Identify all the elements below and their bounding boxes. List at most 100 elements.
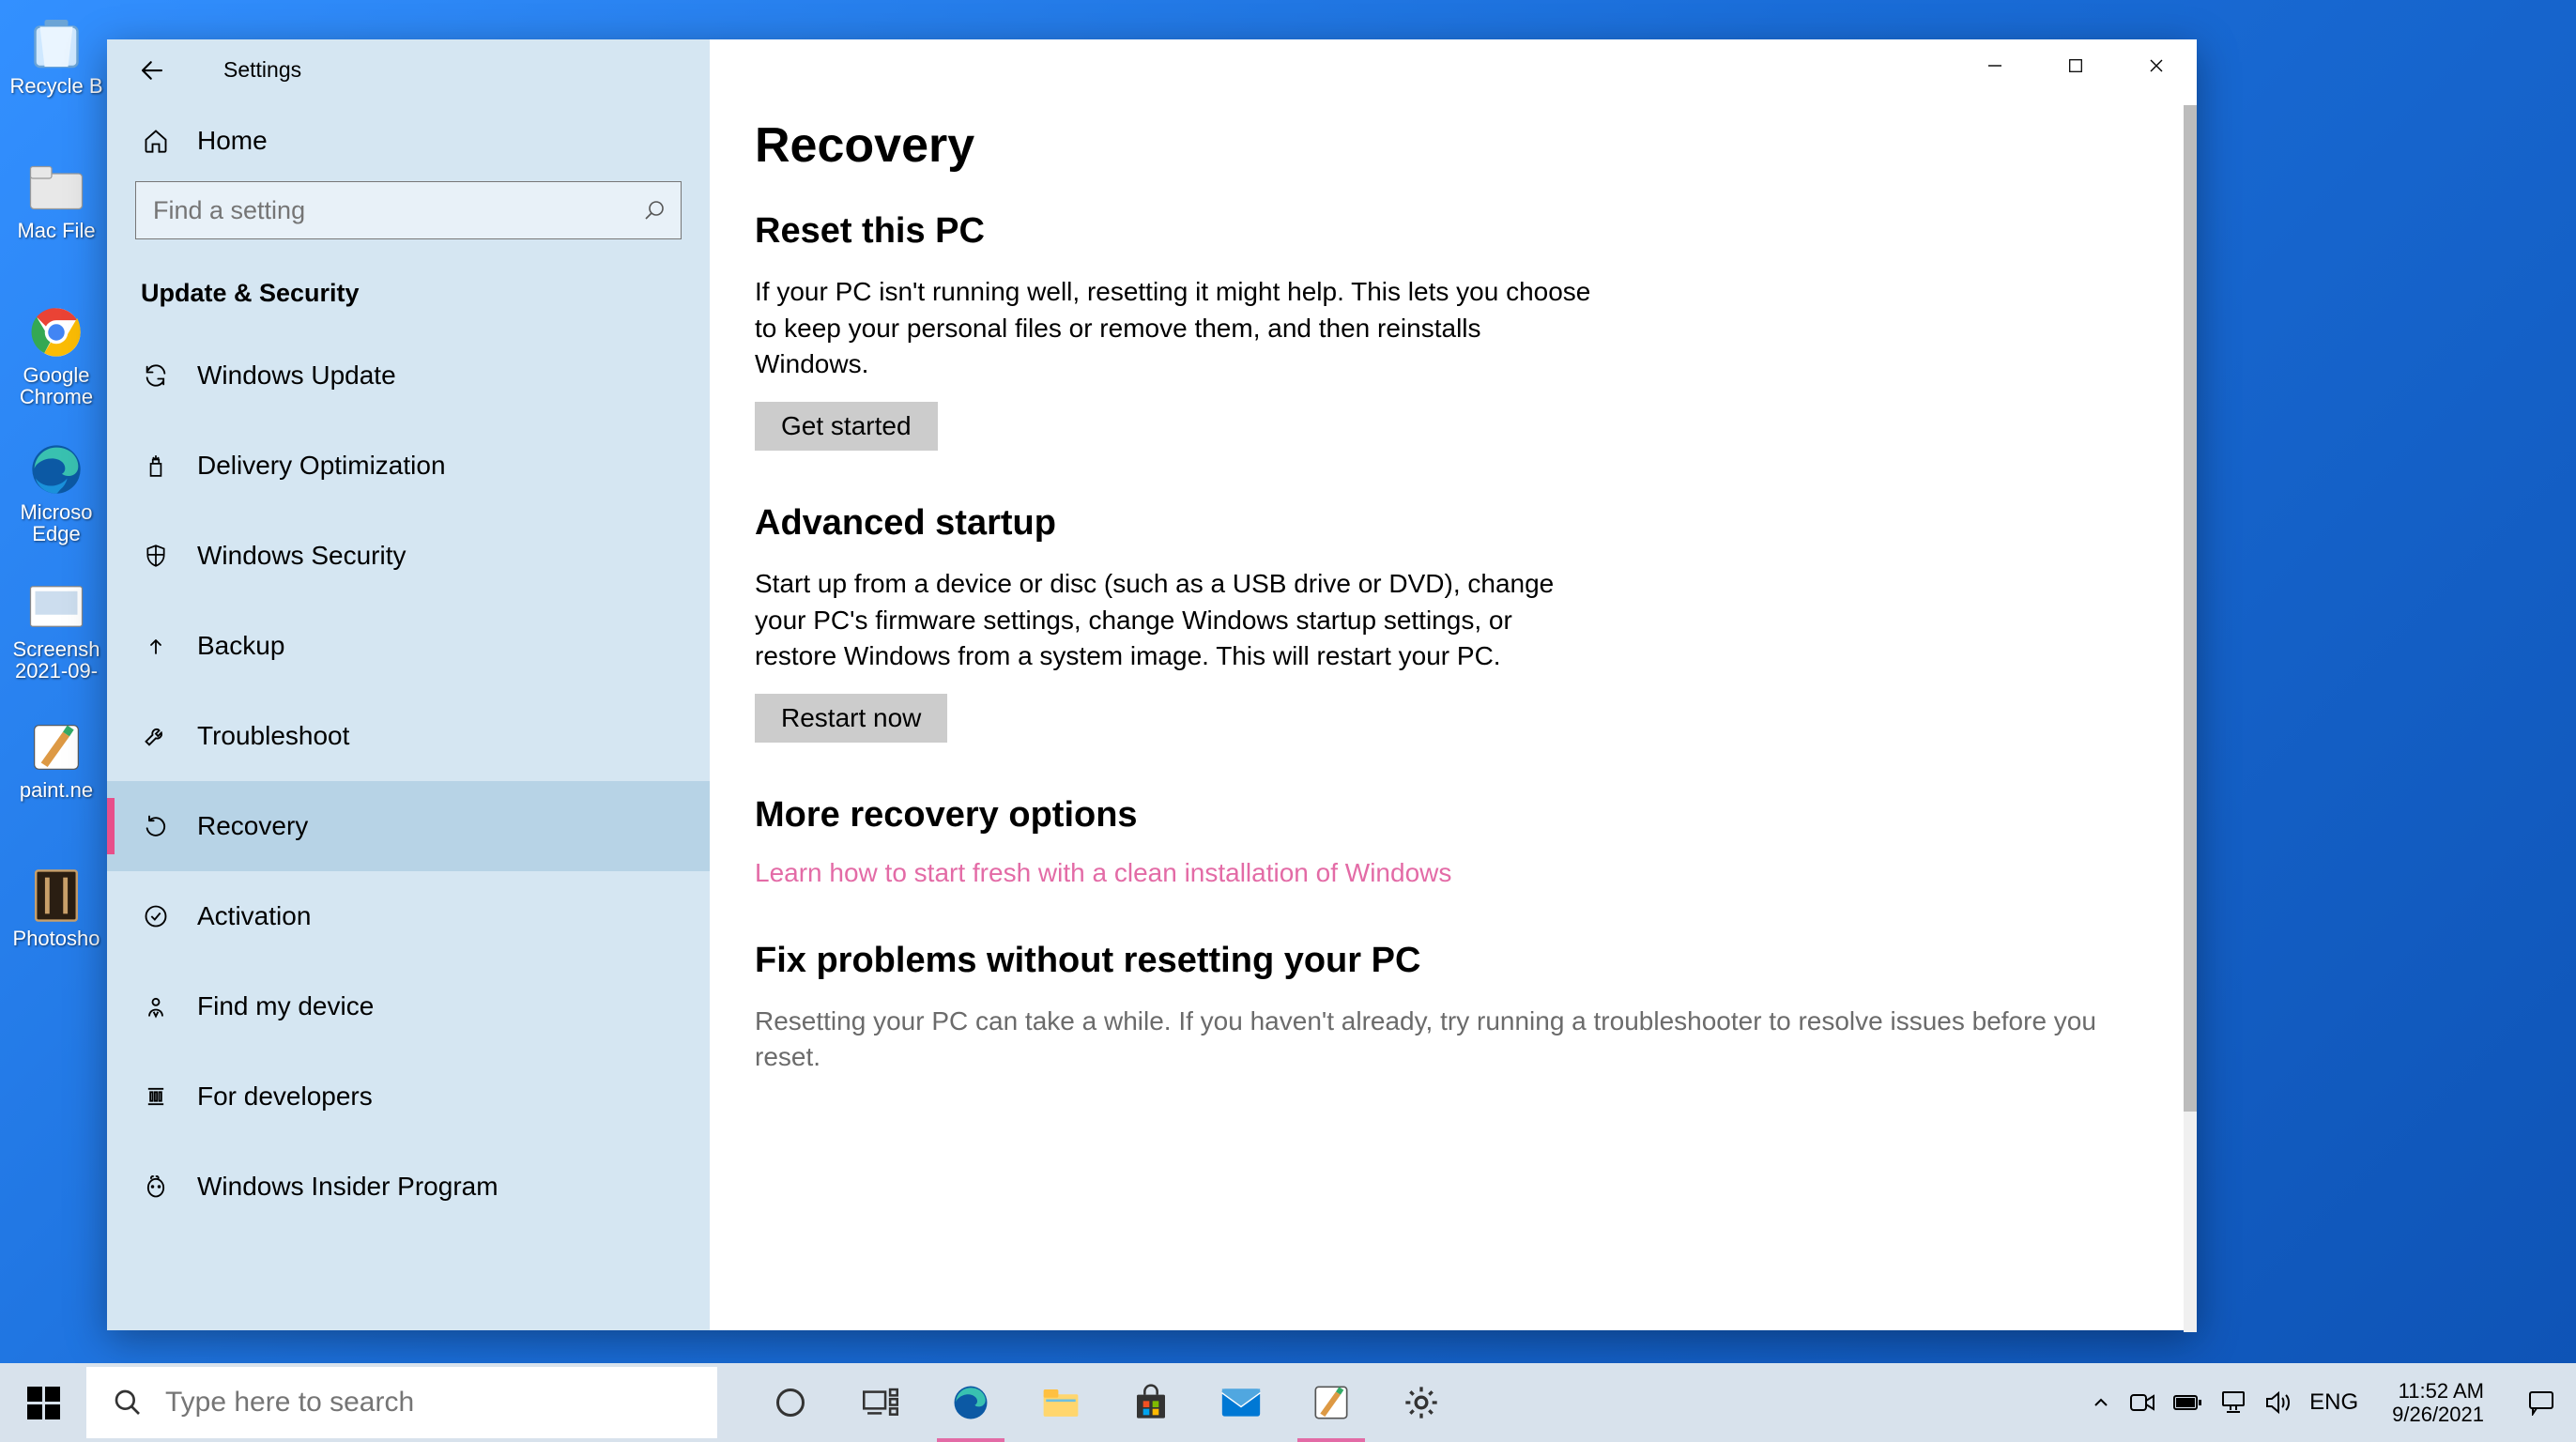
scrollbar-thumb[interactable]: [2184, 105, 2197, 1112]
tray-volume[interactable]: [2264, 1390, 2292, 1415]
taskbar: ENG 11:52 AM 9/26/2021: [0, 1363, 2576, 1442]
paintnet-icon: [26, 717, 86, 777]
home-label: Home: [197, 126, 268, 156]
desktop-icon-label: Google Chrome: [20, 364, 93, 407]
nav-backup[interactable]: Backup: [107, 601, 710, 691]
home-icon: [141, 128, 171, 154]
minimize-button[interactable]: [1955, 39, 2035, 92]
cortana-button[interactable]: [745, 1363, 836, 1442]
insider-icon: [141, 1174, 171, 1200]
store-icon: [1132, 1384, 1170, 1421]
tray-clock[interactable]: 11:52 AM 9/26/2021: [2392, 1379, 2484, 1427]
start-fresh-link[interactable]: Learn how to start fresh with a clean in…: [755, 858, 2182, 888]
folder-icon: [1041, 1385, 1081, 1420]
nav-label: Backup: [197, 631, 284, 661]
nav-windows-update[interactable]: Windows Update: [107, 330, 710, 421]
delivery-icon: [141, 453, 171, 479]
edge-icon: [26, 439, 86, 499]
section-more-recovery: More recovery options Learn how to start…: [755, 795, 2182, 888]
maximize-icon: [2067, 57, 2084, 74]
tray-language[interactable]: ENG: [2309, 1389, 2358, 1416]
titlebar: [710, 39, 2197, 100]
find-setting-input[interactable]: [136, 182, 681, 238]
action-center-button[interactable]: [2522, 1383, 2561, 1422]
tray-meet-now[interactable]: [2129, 1391, 2155, 1414]
wrench-icon: [141, 723, 171, 749]
nav-windows-security[interactable]: Windows Security: [107, 511, 710, 601]
section-fix-problems: Fix problems without resetting your PC R…: [755, 941, 2182, 1076]
taskbar-store[interactable]: [1106, 1363, 1196, 1442]
gear-icon: [1403, 1384, 1440, 1421]
back-button[interactable]: [133, 52, 171, 89]
tray-network[interactable]: [2219, 1390, 2247, 1415]
sidebar-header: Settings: [107, 39, 710, 100]
nav-label: For developers: [197, 1082, 373, 1112]
clock-date: 9/26/2021: [2392, 1403, 2484, 1426]
get-started-button[interactable]: Get started: [755, 402, 938, 451]
settings-content: Recovery Reset this PC If your PC isn't …: [710, 39, 2197, 1330]
home-button[interactable]: Home: [107, 100, 710, 181]
notification-icon: [2527, 1389, 2555, 1416]
video-icon: [2129, 1391, 2155, 1414]
vertical-scrollbar[interactable]: [2184, 105, 2197, 1332]
desktop-icon-label: Recycle B: [9, 75, 102, 97]
taskbar-paintnet[interactable]: [1286, 1363, 1376, 1442]
nav-troubleshoot[interactable]: Troubleshoot: [107, 691, 710, 781]
battery-icon: [2172, 1393, 2202, 1412]
desktop-icon-label: Mac File: [17, 220, 95, 241]
section-body: Start up from a device or disc (such as …: [755, 566, 1598, 675]
maximize-button[interactable]: [2035, 39, 2116, 92]
nav-delivery-optimization[interactable]: Delivery Optimization: [107, 421, 710, 511]
sync-icon: [141, 362, 171, 389]
photoshop-icon: [26, 866, 86, 926]
nav-for-developers[interactable]: For developers: [107, 1051, 710, 1142]
task-view-button[interactable]: [836, 1363, 926, 1442]
taskbar-search[interactable]: [86, 1367, 717, 1438]
system-tray: ENG 11:52 AM 9/26/2021: [2090, 1379, 2576, 1427]
find-setting-search[interactable]: [135, 181, 682, 239]
app-title: Settings: [223, 57, 301, 83]
paintnet-icon: [1312, 1384, 1350, 1421]
taskbar-edge[interactable]: [926, 1363, 1016, 1442]
category-title: Update & Security: [107, 253, 710, 330]
nav-label: Windows Insider Program: [197, 1172, 498, 1202]
desktop-icon-chrome[interactable]: Google Chrome: [8, 299, 105, 430]
settings-window: Settings Home Update & Security: [107, 39, 2197, 1330]
nav-label: Delivery Optimization: [197, 451, 446, 481]
page-title: Recovery: [755, 117, 2182, 174]
taskbar-search-input[interactable]: [165, 1387, 691, 1419]
recovery-icon: [141, 813, 171, 839]
desktop-icon-paintnet[interactable]: paint.ne: [8, 713, 105, 845]
tray-overflow[interactable]: [2090, 1391, 2112, 1414]
desktop-icon-mac-files[interactable]: Mac File: [8, 154, 105, 285]
nav-label: Find my device: [197, 991, 374, 1021]
close-button[interactable]: [2116, 39, 2197, 92]
chevron-up-icon: [2090, 1391, 2112, 1414]
nav-label: Troubleshoot: [197, 721, 349, 751]
tray-battery[interactable]: [2172, 1393, 2202, 1412]
desktop-icon-edge[interactable]: Microso Edge: [8, 436, 105, 567]
desktop-icon-label: Microso Edge: [20, 501, 92, 545]
nav-activation[interactable]: Activation: [107, 871, 710, 961]
windows-logo-icon: [26, 1387, 59, 1419]
desktop-icon-photoshop[interactable]: Photosho: [8, 862, 105, 993]
desktop-icon-label: paint.ne: [20, 779, 93, 801]
restart-now-button[interactable]: Restart now: [755, 694, 947, 743]
network-icon: [2219, 1390, 2247, 1415]
taskbar-settings[interactable]: [1376, 1363, 1466, 1442]
taskbar-file-explorer[interactable]: [1016, 1363, 1106, 1442]
desktop-icon-screenshot[interactable]: Screensh 2021-09-: [8, 573, 105, 704]
search-icon: [643, 199, 666, 222]
section-heading: Fix problems without resetting your PC: [755, 941, 2182, 981]
nav-find-my-device[interactable]: Find my device: [107, 961, 710, 1051]
section-advanced-startup: Advanced startup Start up from a device …: [755, 503, 2182, 743]
nav-windows-insider[interactable]: Windows Insider Program: [107, 1142, 710, 1232]
content-scroll: Recovery Reset this PC If your PC isn't …: [710, 100, 2182, 1330]
developers-icon: [141, 1083, 171, 1110]
recycle-bin-icon: [26, 13, 86, 73]
taskbar-mail[interactable]: [1196, 1363, 1286, 1442]
nav-recovery[interactable]: Recovery: [107, 781, 710, 871]
desktop-icon-recycle-bin[interactable]: Recycle B: [8, 9, 105, 141]
nav-label: Windows Update: [197, 360, 396, 391]
start-button[interactable]: [0, 1363, 86, 1442]
